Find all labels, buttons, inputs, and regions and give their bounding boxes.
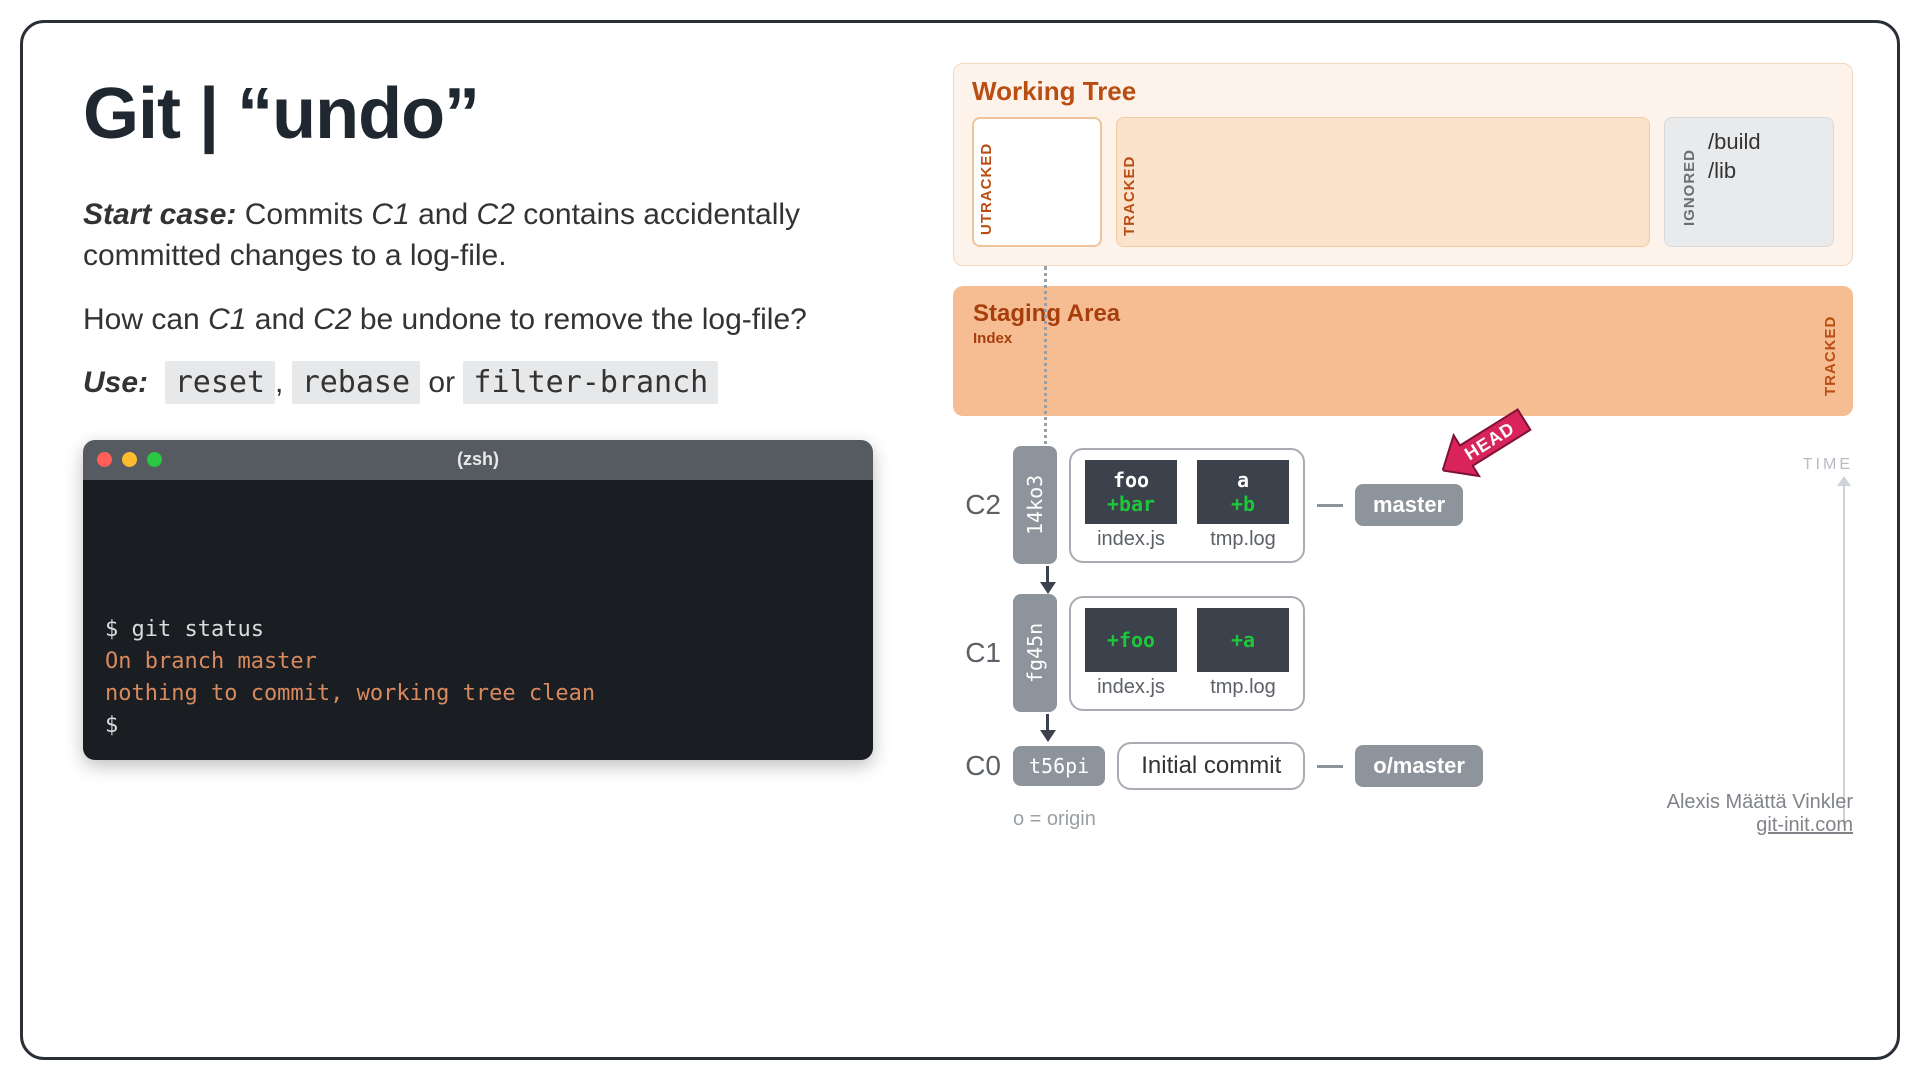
file-col-c2-1: foo +bar index.js [1085,460,1177,551]
use-label: Use: [83,366,148,399]
working-tree-title: Working Tree [972,76,1834,107]
branch-master: master [1355,484,1463,526]
staging-area: Staging Area Index TRACKED [953,286,1853,416]
cmd-filter-branch: filter-branch [463,361,718,404]
file-block-c2-index: foo +bar [1085,460,1177,524]
question-paragraph: How can C1 and C2 be undone to remove th… [83,300,893,341]
file-name-c2-log: tmp.log [1210,528,1276,551]
cmd-rebase: rebase [292,361,420,404]
staging-sub: Index [973,330,1833,347]
commit-row-c0: C0 t56pi Initial commit o/master [953,742,1853,790]
arrow-down-2 [1040,730,1056,742]
terminal-window: (zsh) $ git status On branch master noth… [83,440,873,760]
staging-title: Staging Area [973,300,1833,328]
connector-line-c2 [1317,504,1343,507]
commit-row-c1: C1 fg45n +foo index.js +a tmp.log [953,594,1853,712]
file-block-c2-log: a +b [1197,460,1289,524]
file-name-c2-index: index.js [1097,528,1165,551]
commit-row-c2: C2 14ko3 foo +bar index.js a +b [953,446,1853,564]
use-line: Use: reset, rebase or filter-branch [83,365,893,400]
ignored-box: IGNORED /build /lib [1664,117,1834,247]
dotted-connector [1044,266,1047,476]
branch-o-master: o/master [1355,745,1483,787]
commit-msg-c0: Initial commit [1117,742,1305,790]
left-column: Git | “undo” Start case: Commits C1 and … [83,73,893,760]
connector-line-c0 [1317,765,1343,768]
terminal-line-1: $ git status [105,614,851,646]
arrow-down-1 [1040,582,1056,594]
commit-label-c2: C2 [953,489,1001,521]
terminal-titlebar: (zsh) [83,440,873,480]
file-block-c1-log: +a [1197,608,1289,672]
ignored-label: IGNORED [1677,128,1702,236]
commit-hash-c0: t56pi [1013,746,1105,786]
terminal-body: $ git status On branch master nothing to… [83,480,873,760]
credits: Alexis Määttä Vinkler git-init.com [1667,791,1853,837]
commit-hash-c1: fg45n [1013,594,1057,712]
start-case-label: Start case: [83,198,236,231]
file-block-c1-index: +foo [1085,608,1177,672]
untracked-box: UTRACKED [972,117,1102,247]
commit-graph: TIME C2 14ko3 foo +bar index.js [953,446,1853,831]
staging-tracked-label: TRACKED [1818,296,1843,406]
commit-hash-c2: 14ko3 [1013,446,1057,564]
commit-card-c2: foo +bar index.js a +b tmp.log [1069,448,1305,563]
cmd-reset: reset [165,361,275,404]
working-tree-area: Working Tree UTRACKED TRACKED IGNORED /b… [953,63,1853,266]
terminal-line-3: nothing to commit, working tree clean [105,678,851,710]
commit-card-c1: +foo index.js +a tmp.log [1069,596,1305,711]
terminal-line-4: $ [105,710,851,742]
author-name: Alexis Määttä Vinkler [1667,791,1853,814]
slide-title: Git | “undo” [83,73,893,155]
terminal-title: (zsh) [83,449,873,470]
file-col-c2-2: a +b tmp.log [1197,460,1289,551]
file-col-c1-2: +a tmp.log [1197,608,1289,699]
tracked-box: TRACKED [1116,117,1650,247]
utracked-label: UTRACKED [974,119,999,245]
terminal-line-2: On branch master [105,646,851,678]
start-case-paragraph: Start case: Commits C1 and C2 contains a… [83,195,893,276]
tracked-label: TRACKED [1117,118,1142,246]
file-name-c1-log: tmp.log [1210,676,1276,699]
commit-label-c0: C0 [953,750,1001,782]
file-col-c1-1: +foo index.js [1085,608,1177,699]
ignored-items: /build /lib [1708,128,1761,236]
working-tree-row: UTRACKED TRACKED IGNORED /build /lib [972,117,1834,247]
author-site: git-init.com [1667,814,1853,837]
commit-label-c1: C1 [953,637,1001,669]
right-column: Working Tree UTRACKED TRACKED IGNORED /b… [953,63,1873,831]
slide-frame: Git | “undo” Start case: Commits C1 and … [20,20,1900,1060]
file-name-c1-index: index.js [1097,676,1165,699]
